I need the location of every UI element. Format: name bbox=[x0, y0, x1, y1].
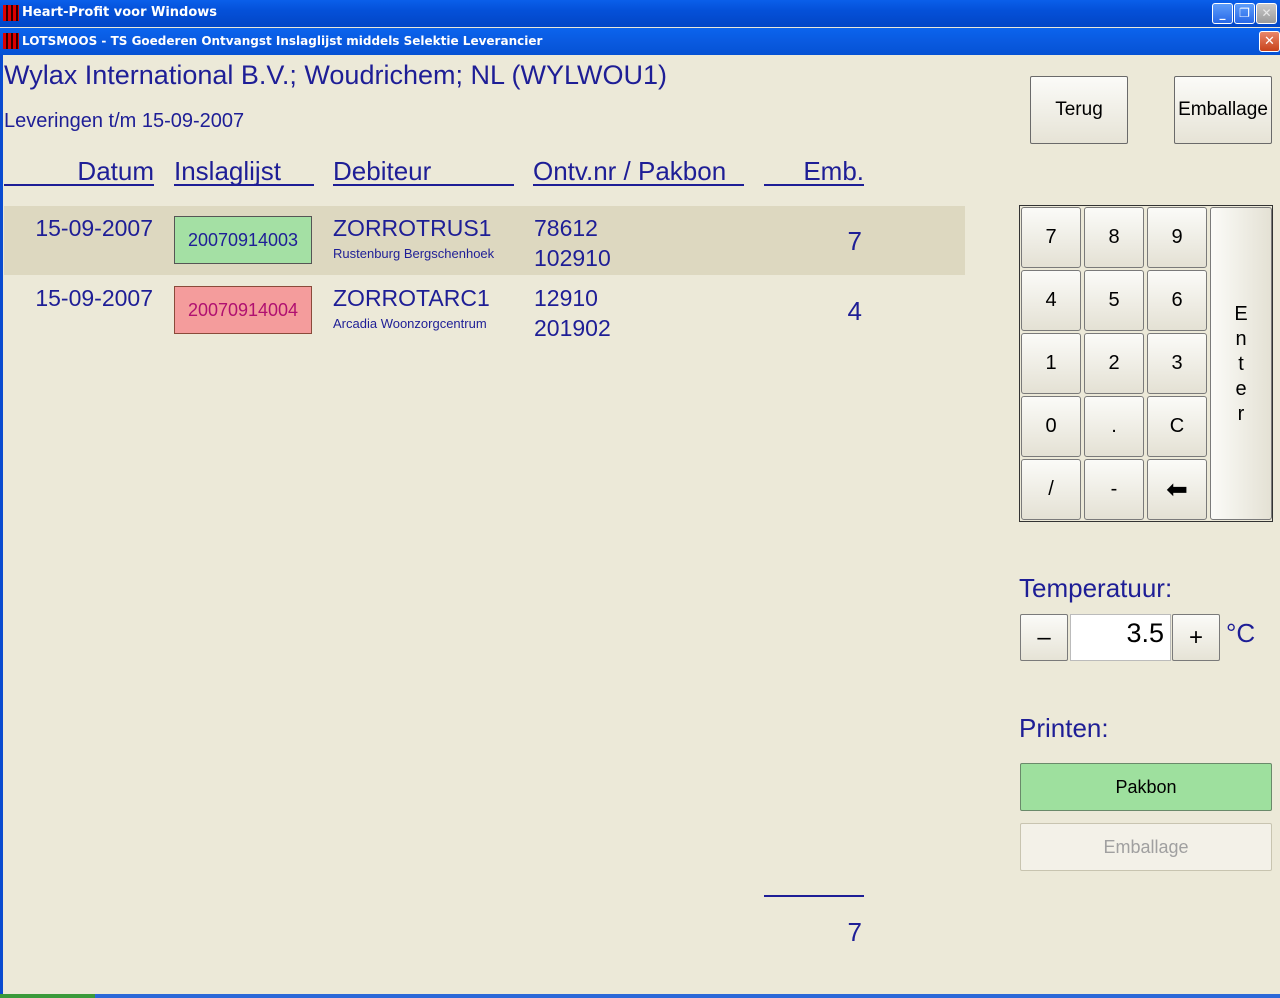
column-header-inslaglijst: Inslaglijst bbox=[174, 156, 314, 186]
column-header-ontv-pakbon: Ontv.nr / Pakbon bbox=[533, 156, 744, 186]
packing-slip-number: 201902 bbox=[534, 315, 611, 341]
close-window-button[interactable]: ✕ bbox=[1259, 31, 1280, 52]
deliveries-until-label: Leveringen t/m 15-09-2007 bbox=[4, 110, 245, 132]
debtor-code: ZORROTRUS1 bbox=[333, 215, 492, 241]
temperature-decrease-button[interactable]: – bbox=[1020, 614, 1068, 661]
column-header-emb: Emb. bbox=[764, 156, 864, 186]
supplier-title: Wylax International B.V.; Woudrichem; NL… bbox=[4, 60, 667, 90]
start-button-edge bbox=[0, 994, 95, 998]
key-4[interactable]: 4 bbox=[1021, 270, 1081, 331]
app-title: Heart-Profit voor Windows bbox=[22, 5, 218, 20]
key-slash[interactable]: / bbox=[1021, 459, 1081, 520]
total-divider bbox=[764, 895, 864, 897]
table-row[interactable]: 15-09-2007 20070914004 ZORROTARC1 Arcadi… bbox=[4, 276, 965, 345]
row-date: 15-09-2007 bbox=[35, 285, 153, 311]
debtor-code: ZORROTARC1 bbox=[333, 285, 490, 311]
column-header-datum: Datum bbox=[4, 156, 154, 186]
child-window-icon bbox=[3, 33, 19, 49]
debtor-name: Arcadia Woonzorgcentrum bbox=[333, 316, 487, 331]
enter-letter: t bbox=[1238, 353, 1244, 375]
child-window-titlebar[interactable]: LOTSMOOS - TS Goederen Ontvangst Inslagl… bbox=[0, 28, 1280, 55]
numeric-keypad: 7 8 9 4 5 6 1 2 3 0 . C / - ⬅ E n t e r bbox=[1019, 205, 1273, 522]
backspace-arrow-icon[interactable]: ⬅ bbox=[1147, 459, 1207, 520]
app-icon bbox=[3, 5, 19, 21]
temperature-unit: °C bbox=[1226, 618, 1256, 648]
key-8[interactable]: 8 bbox=[1084, 207, 1144, 268]
packaging-count: 7 bbox=[847, 226, 862, 256]
key-clear[interactable]: C bbox=[1147, 396, 1207, 457]
enter-letter: e bbox=[1235, 378, 1247, 400]
app-titlebar[interactable]: Heart-Profit voor Windows _ ❐ ✕ bbox=[0, 0, 1280, 27]
print-packaging-button[interactable]: Emballage bbox=[1020, 823, 1272, 871]
key-2[interactable]: 2 bbox=[1084, 333, 1144, 394]
print-label: Printen: bbox=[1019, 713, 1109, 743]
enter-letter: n bbox=[1235, 328, 1247, 350]
enter-letter: r bbox=[1237, 403, 1245, 425]
child-window-title: LOTSMOOS - TS Goederen Ontvangst Inslagl… bbox=[22, 34, 543, 48]
inslaglijst-button[interactable]: 20070914003 bbox=[174, 216, 312, 264]
temperature-input[interactable]: 3.5 bbox=[1070, 614, 1171, 661]
back-button[interactable]: Terug bbox=[1030, 76, 1128, 144]
print-packing-slip-button[interactable]: Pakbon bbox=[1020, 763, 1272, 811]
temperature-label: Temperatuur: bbox=[1019, 573, 1173, 603]
packaging-button[interactable]: Emballage bbox=[1174, 76, 1272, 144]
key-0[interactable]: 0 bbox=[1021, 396, 1081, 457]
row-date: 15-09-2007 bbox=[35, 215, 153, 241]
taskbar-strip bbox=[0, 994, 1280, 998]
receipt-number: 78612 bbox=[534, 215, 598, 241]
column-header-debiteur: Debiteur bbox=[333, 156, 514, 186]
key-7[interactable]: 7 bbox=[1021, 207, 1081, 268]
total-packaging-count: 7 bbox=[847, 917, 862, 947]
packing-slip-number: 102910 bbox=[534, 245, 611, 271]
enter-letter: E bbox=[1234, 303, 1248, 325]
table-row[interactable]: 15-09-2007 20070914003 ZORROTRUS1 Rusten… bbox=[4, 206, 965, 275]
key-decimal[interactable]: . bbox=[1084, 396, 1144, 457]
key-minus[interactable]: - bbox=[1084, 459, 1144, 520]
restore-button[interactable]: ❐ bbox=[1234, 3, 1255, 24]
receipt-number: 12910 bbox=[534, 285, 598, 311]
key-3[interactable]: 3 bbox=[1147, 333, 1207, 394]
key-5[interactable]: 5 bbox=[1084, 270, 1144, 331]
minimize-button[interactable]: _ bbox=[1212, 3, 1233, 24]
debtor-name: Rustenburg Bergschenhoek bbox=[333, 246, 495, 261]
enter-key[interactable]: E n t e r bbox=[1210, 207, 1272, 520]
key-1[interactable]: 1 bbox=[1021, 333, 1081, 394]
key-6[interactable]: 6 bbox=[1147, 270, 1207, 331]
close-app-button[interactable]: ✕ bbox=[1256, 3, 1277, 24]
inslaglijst-button[interactable]: 20070914004 bbox=[174, 286, 312, 334]
window-border bbox=[0, 55, 3, 998]
packaging-count: 4 bbox=[847, 296, 862, 326]
key-9[interactable]: 9 bbox=[1147, 207, 1207, 268]
temperature-increase-button[interactable]: + bbox=[1172, 614, 1220, 661]
